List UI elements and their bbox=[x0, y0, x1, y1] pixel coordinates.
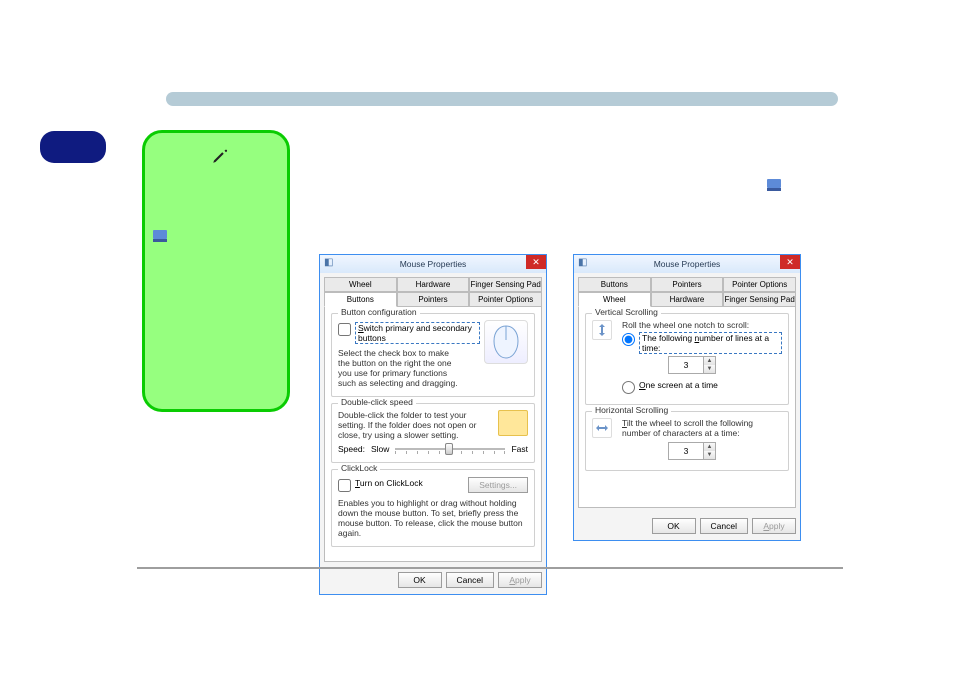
tab-pointer-options[interactable]: Pointer Options bbox=[723, 277, 796, 292]
control-panel-icon: ◧ bbox=[324, 257, 333, 268]
clicklock-desc: Enables you to highlight or drag without… bbox=[338, 498, 528, 538]
hscroll-intro: Tilt the wheel to scroll the following n… bbox=[622, 418, 782, 438]
spin-down[interactable]: ▼ bbox=[703, 365, 715, 373]
apply-button[interactable]: Apply bbox=[752, 518, 796, 534]
vscroll-intro: Roll the wheel one notch to scroll: bbox=[622, 320, 782, 330]
group-title: ClickLock bbox=[338, 463, 380, 473]
dclick-desc: Double-click the folder to test your set… bbox=[338, 410, 488, 440]
group-horizontal-scrolling: Horizontal Scrolling Tilt the wheel to s… bbox=[585, 411, 789, 471]
ok-button[interactable]: OK bbox=[398, 572, 442, 588]
speed-label: Speed: bbox=[338, 444, 365, 454]
screen-radio-input[interactable] bbox=[622, 381, 635, 394]
tab-finger-sensing-pad[interactable]: Finger Sensing Pad bbox=[469, 277, 542, 292]
apply-button[interactable]: Apply bbox=[498, 572, 542, 588]
group-title: Vertical Scrolling bbox=[592, 307, 661, 317]
dialog-titlebar: ◧ Mouse Properties ✕ bbox=[574, 255, 800, 273]
lines-radio-input[interactable] bbox=[622, 333, 635, 346]
slider-thumb[interactable] bbox=[445, 443, 453, 455]
fast-label: Fast bbox=[511, 444, 528, 454]
lines-spinbox[interactable]: ▲ ▼ bbox=[668, 356, 716, 374]
taskbar-inline-icon bbox=[767, 178, 781, 194]
tab-finger-sensing-pad[interactable]: Finger Sensing Pad bbox=[723, 292, 796, 307]
pen-icon bbox=[211, 147, 229, 170]
group-button-configuration: Button configuration SSwitch primary and… bbox=[331, 313, 535, 397]
screen-radio-label: One screen at a time bbox=[639, 380, 718, 390]
slider-track[interactable] bbox=[395, 448, 505, 450]
cancel-button[interactable]: Cancel bbox=[446, 572, 494, 588]
clicklock-label: Turn on ClickLock bbox=[355, 478, 423, 488]
lines-value-input[interactable] bbox=[669, 359, 703, 371]
vertical-scroll-icon bbox=[592, 320, 612, 340]
switch-buttons-label: SSwitch primary and secondary buttonswit… bbox=[355, 322, 480, 344]
mouse-preview-image bbox=[484, 320, 528, 364]
spin-up[interactable]: ▲ bbox=[703, 443, 715, 451]
cancel-button[interactable]: Cancel bbox=[700, 518, 748, 534]
clicklock-input[interactable] bbox=[338, 479, 351, 492]
mouse-properties-dialog-buttons: ◧ Mouse Properties ✕ Wheel Hardware Fing… bbox=[319, 254, 547, 595]
dialog-title: Mouse Properties bbox=[400, 259, 467, 269]
group-title: Button configuration bbox=[338, 307, 420, 317]
page-number-pill bbox=[40, 131, 106, 163]
ok-button[interactable]: OK bbox=[652, 518, 696, 534]
clicklock-settings-button[interactable]: Settings... bbox=[468, 477, 528, 493]
control-panel-icon: ◧ bbox=[578, 257, 587, 268]
group-title: Horizontal Scrolling bbox=[592, 405, 671, 415]
close-button[interactable]: ✕ bbox=[780, 255, 800, 269]
dialog-titlebar: ◧ Mouse Properties ✕ bbox=[320, 255, 546, 273]
note-callout bbox=[142, 130, 290, 412]
dialog-button-row: OK Cancel Apply bbox=[320, 566, 546, 594]
chars-spinbox[interactable]: ▲ ▼ bbox=[668, 442, 716, 460]
slow-label: Slow bbox=[371, 444, 389, 454]
switch-desc: Select the check box to make the button … bbox=[338, 348, 458, 388]
switch-buttons-checkbox[interactable]: SSwitch primary and secondary buttonswit… bbox=[338, 322, 480, 344]
dclick-speed-slider[interactable]: Speed: Slow Fast bbox=[338, 444, 528, 454]
clicklock-checkbox[interactable]: Turn on ClickLock bbox=[338, 478, 423, 492]
page-header-bar bbox=[166, 92, 838, 106]
group-clicklock: ClickLock Turn on ClickLock Settings... … bbox=[331, 469, 535, 547]
tab-wheel[interactable]: Wheel bbox=[324, 277, 397, 292]
dialog-title: Mouse Properties bbox=[654, 259, 721, 269]
screen-radio[interactable]: One screen at a time bbox=[622, 380, 782, 394]
group-vertical-scrolling: Vertical Scrolling Roll the wheel one no… bbox=[585, 313, 789, 405]
spin-down[interactable]: ▼ bbox=[703, 451, 715, 459]
tab-buttons[interactable]: Buttons bbox=[578, 277, 651, 292]
tab-pointers[interactable]: Pointers bbox=[651, 277, 724, 292]
tab-hardware[interactable]: Hardware bbox=[397, 277, 470, 292]
tab-wheel[interactable]: Wheel bbox=[578, 292, 651, 307]
spin-up[interactable]: ▲ bbox=[703, 357, 715, 365]
mouse-properties-dialog-wheel: ◧ Mouse Properties ✕ Buttons Pointers Po… bbox=[573, 254, 801, 541]
dialog-button-row: OK Cancel Apply bbox=[574, 512, 800, 540]
lines-radio[interactable]: The following number of lines at a time: bbox=[622, 332, 782, 354]
footer-divider bbox=[137, 567, 843, 569]
tab-hardware[interactable]: Hardware bbox=[651, 292, 724, 307]
chars-value-input[interactable] bbox=[669, 445, 703, 457]
tab-buttons[interactable]: Buttons bbox=[324, 292, 397, 307]
group-double-click-speed: Double-click speed Double-click the fold… bbox=[331, 403, 535, 463]
lines-radio-label: The following number of lines at a time: bbox=[639, 332, 782, 354]
folder-test-icon[interactable] bbox=[498, 410, 528, 436]
switch-buttons-input[interactable] bbox=[338, 323, 351, 336]
taskbar-mini-icon bbox=[153, 229, 167, 245]
horizontal-scroll-icon bbox=[592, 418, 612, 438]
group-title: Double-click speed bbox=[338, 397, 416, 407]
tab-pointer-options[interactable]: Pointer Options bbox=[469, 292, 542, 307]
close-button[interactable]: ✕ bbox=[526, 255, 546, 269]
tab-pointers[interactable]: Pointers bbox=[397, 292, 470, 307]
